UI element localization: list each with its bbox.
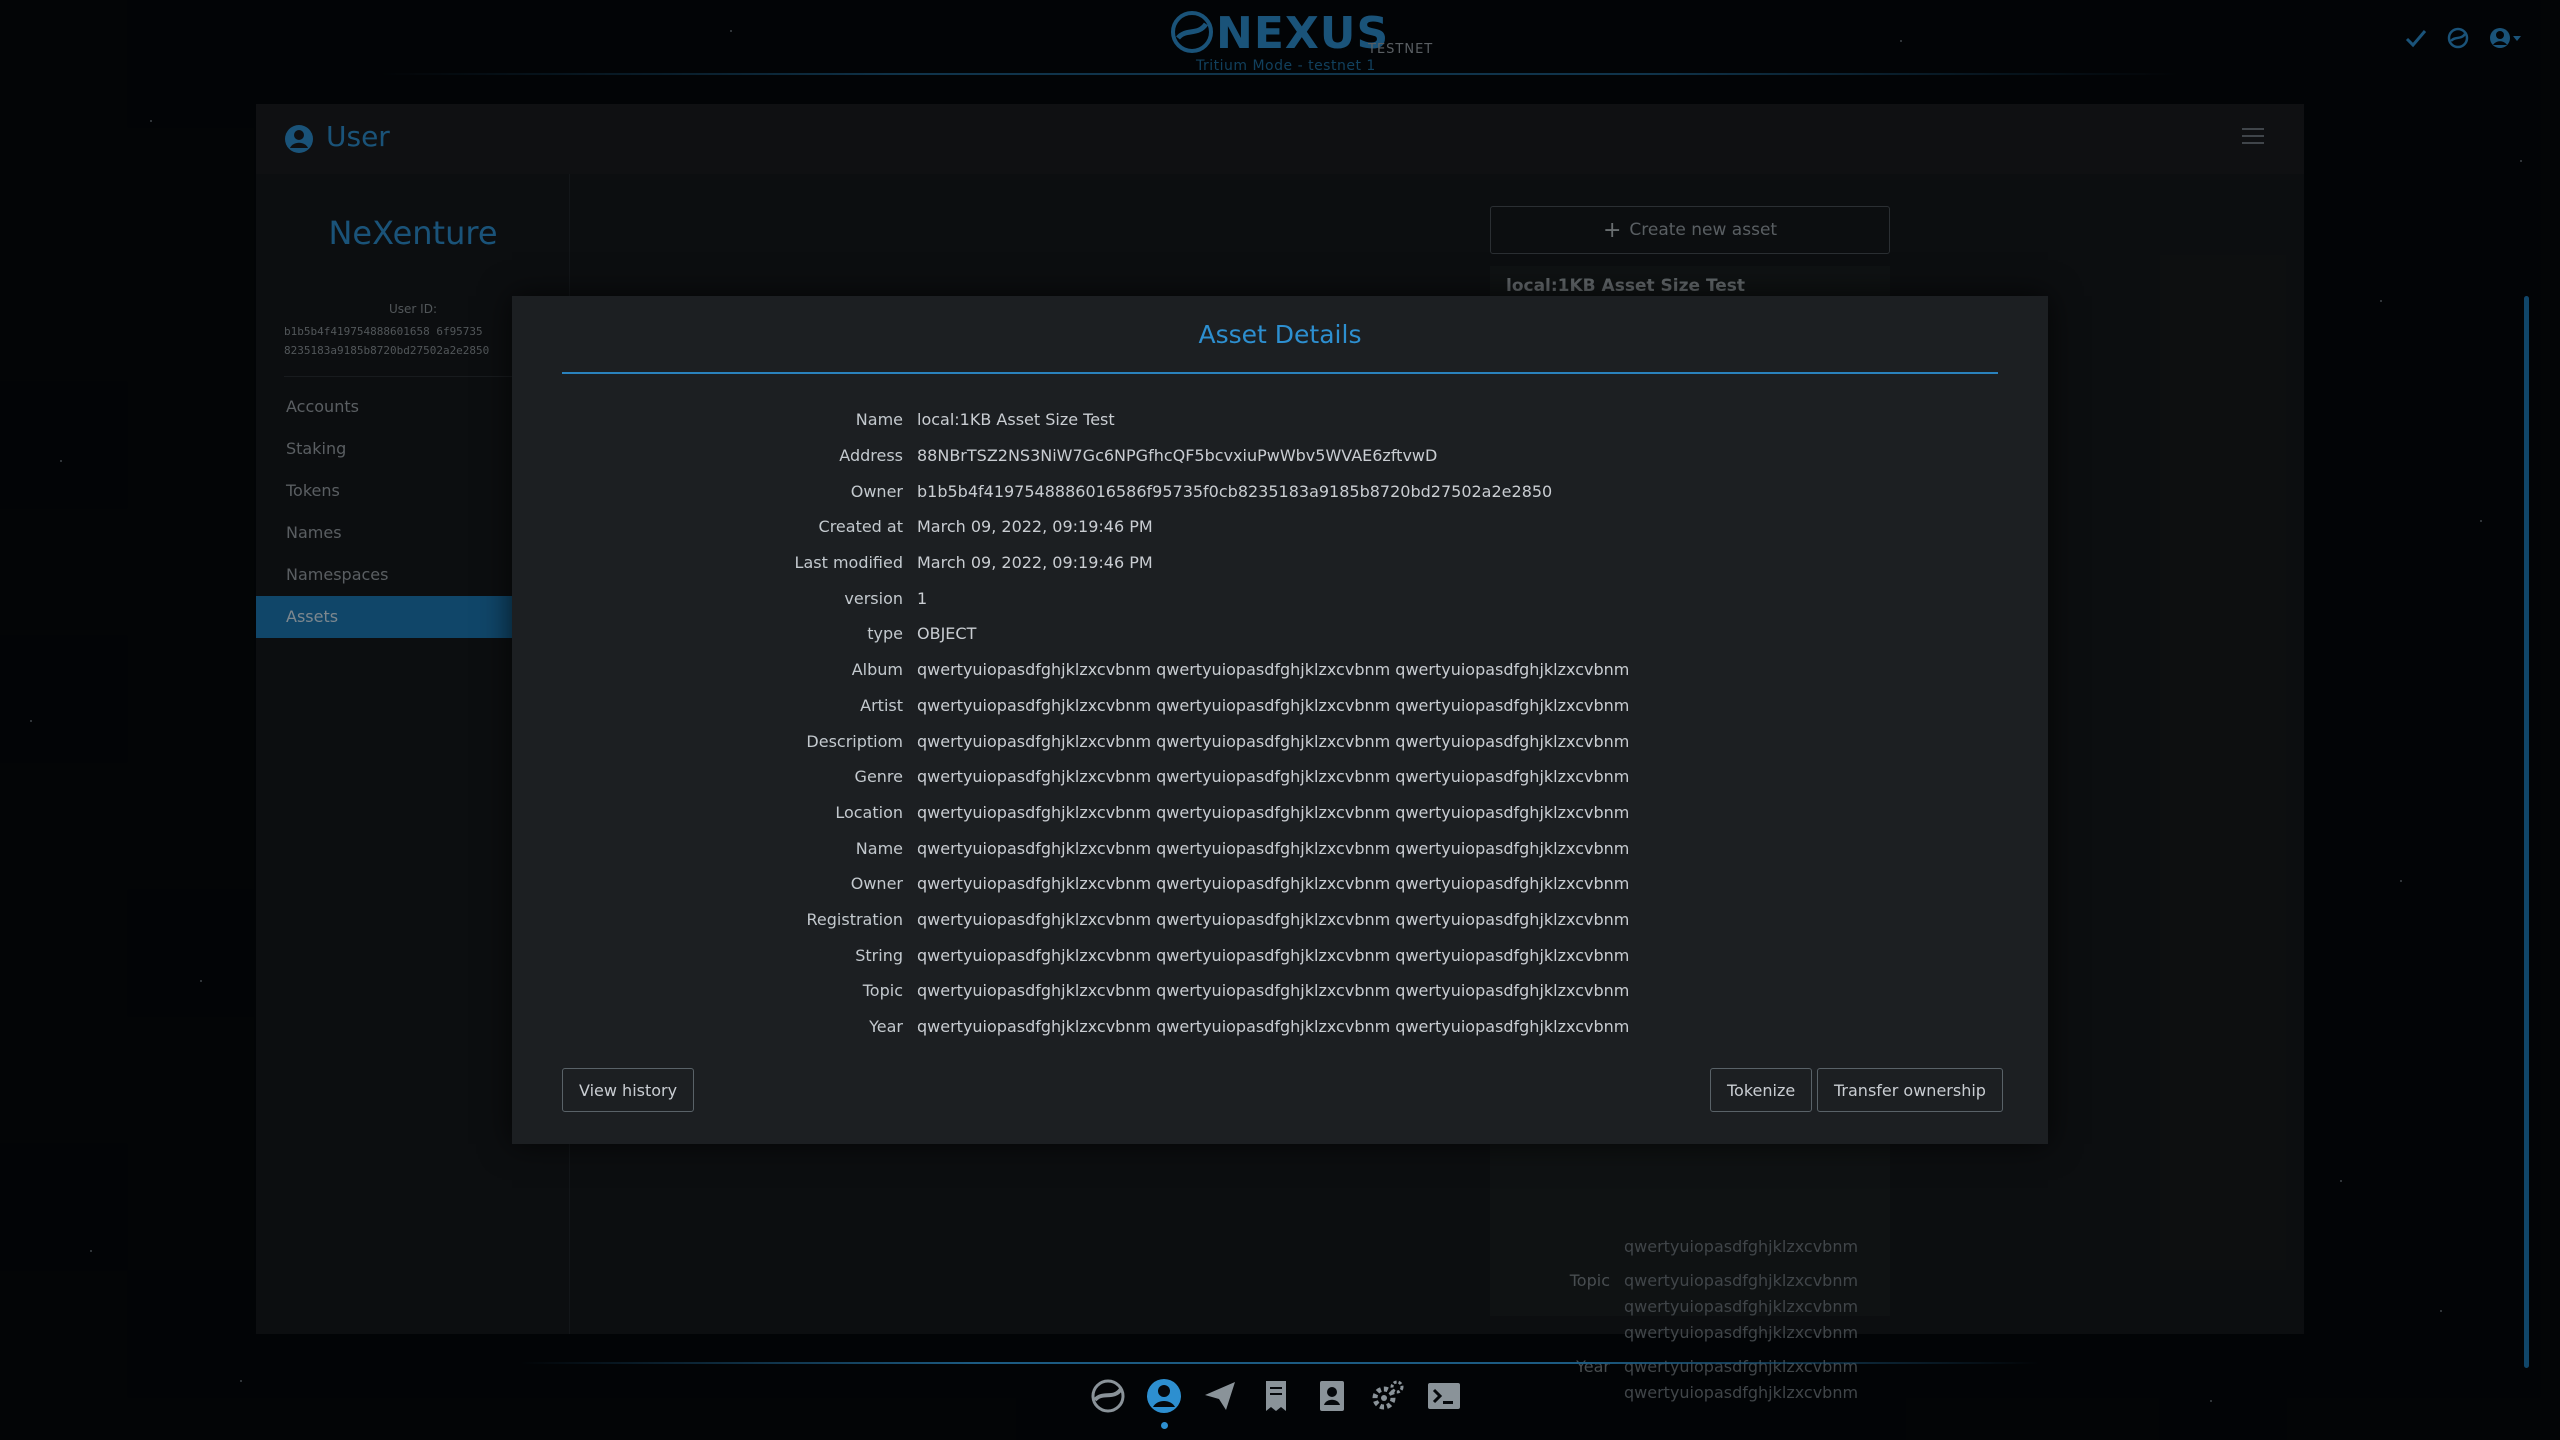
field-label: Owner: [850, 481, 903, 501]
field-value: qwertyuiopasdfghjklzxcvbnm qwertyuiopasd…: [917, 802, 1630, 822]
field-value: qwertyuiopasdfghjklzxcvbnm qwertyuiopasd…: [917, 1017, 1630, 1037]
field-label: Artist: [860, 695, 903, 715]
field-label: type: [867, 624, 903, 644]
field-row: Descriptiom qwertyuiopasdfghjklzxcvbnm qw…: [512, 723, 2048, 759]
field-value: b1b5b4f4197548886016586f95735f0cb8235183…: [917, 481, 1553, 501]
field-label: Address: [839, 446, 903, 466]
field-row: Artist qwertyuiopasdfghjklzxcvbnm qwertyu…: [512, 688, 2048, 724]
field-label: Registration: [806, 909, 903, 929]
field-row: String qwertyuiopasdfghjklzxcvbnm qwertyu…: [512, 937, 2048, 973]
field-row: Registration qwertyuiopasdfghjklzxcvbnm q…: [512, 902, 2048, 938]
settings-icon[interactable]: [1370, 1378, 1406, 1414]
field-label: Album: [851, 660, 903, 680]
user-icon-glyph: [1147, 1379, 1181, 1413]
field-value: qwertyuiopasdfghjklzxcvbnm qwertyuiopasd…: [917, 731, 1630, 751]
overview-icon[interactable]: [1090, 1378, 1126, 1414]
field-row: version 1: [512, 580, 2048, 616]
field-value: local:1KB Asset Size Test: [917, 410, 1115, 430]
field-value: qwertyuiopasdfghjklzxcvbnm qwertyuiopasd…: [917, 660, 1630, 680]
bottom-nav: [1090, 1378, 1462, 1429]
field-label: Last modified: [794, 553, 903, 573]
field-label: Name: [855, 838, 903, 858]
console-icon[interactable]: [1426, 1378, 1462, 1414]
field-value: qwertyuiopasdfghjklzxcvbnm qwertyuiopasd…: [917, 695, 1630, 715]
field-label: Year: [869, 1017, 903, 1037]
field-label: version: [844, 588, 903, 608]
field-value: qwertyuiopasdfghjklzxcvbnm qwertyuiopasd…: [917, 945, 1630, 965]
field-value: qwertyuiopasdfghjklzxcvbnm qwertyuiopasd…: [917, 981, 1630, 1001]
field-row: Name qwertyuiopasdfghjklzxcvbnm qwertyuio…: [512, 830, 2048, 866]
active-indicator: [1161, 1422, 1168, 1429]
transfer-ownership-button[interactable]: Transfer ownership: [1817, 1068, 2003, 1112]
field-value: March 09, 2022, 09:19:46 PM: [917, 517, 1153, 537]
field-row: Owner qwertyuiopasdfghjklzxcvbnm qwertyui…: [512, 866, 2048, 902]
transactions-icon[interactable]: [1258, 1378, 1294, 1414]
field-value: OBJECT: [917, 624, 977, 644]
field-row: Name local:1KB Asset Size Test: [512, 402, 2048, 438]
footer-divider: [520, 1362, 2040, 1364]
field-row: Address 88NBrTSZ2NS3NiW7Gc6NPGfhcQF5bcvxi…: [512, 438, 2048, 474]
field-label: Topic: [862, 981, 903, 1001]
view-history-button[interactable]: View history: [562, 1068, 695, 1112]
field-value: qwertyuiopasdfghjklzxcvbnm qwertyuiopasd…: [917, 909, 1630, 929]
field-row: Owner b1b5b4f4197548886016586f95735f0cb82…: [512, 473, 2048, 509]
field-value: 1: [917, 588, 928, 608]
field-value: qwertyuiopasdfghjklzxcvbnm qwertyuiopasd…: [917, 874, 1630, 894]
asset-fields: Name local:1KB Asset Size Test Address 88N…: [512, 402, 2048, 1044]
send-icon[interactable]: [1202, 1378, 1238, 1414]
field-row: Created at March 09, 2022, 09:19:46 PM: [512, 509, 2048, 545]
modal-title-underline: [562, 372, 1998, 374]
field-label: Descriptiom: [806, 731, 903, 751]
field-value: qwertyuiopasdfghjklzxcvbnm qwertyuiopasd…: [917, 838, 1630, 858]
field-row: Genre qwertyuiopasdfghjklzxcvbnm qwertyui…: [512, 759, 2048, 795]
field-label: Name: [855, 410, 903, 430]
field-row: Year qwertyuiopasdfghjklzxcvbnm qwertyuio…: [512, 1009, 2048, 1045]
field-row: Last modified March 09, 2022, 09:19:46 PM: [512, 545, 2048, 581]
field-value: 88NBrTSZ2NS3NiW7Gc6NPGfhcQF5bcvxiuPwWbv5…: [917, 446, 1438, 466]
tokenize-button[interactable]: Tokenize: [1710, 1068, 1813, 1112]
field-label: Owner: [850, 874, 903, 894]
field-label: String: [855, 945, 903, 965]
field-row: Album qwertyuiopasdfghjklzxcvbnm qwertyui…: [512, 652, 2048, 688]
field-value: qwertyuiopasdfghjklzxcvbnm qwertyuiopasd…: [917, 767, 1630, 787]
address-book-icon[interactable]: [1314, 1378, 1350, 1414]
user-icon[interactable]: [1146, 1378, 1182, 1429]
field-label: Genre: [854, 767, 903, 787]
field-row: Topic qwertyuiopasdfghjklzxcvbnm qwertyui…: [512, 973, 2048, 1009]
field-value: March 09, 2022, 09:19:46 PM: [917, 553, 1153, 573]
field-row: type OBJECT: [512, 616, 2048, 652]
modal-title: Asset Details: [1198, 320, 1362, 349]
asset-details-modal: Asset Details Name local:1KB Asset Size T…: [512, 296, 2048, 1144]
field-label: Created at: [818, 517, 903, 537]
field-row: Location qwertyuiopasdfghjklzxcvbnm qwert…: [512, 795, 2048, 831]
field-label: Location: [835, 802, 903, 822]
